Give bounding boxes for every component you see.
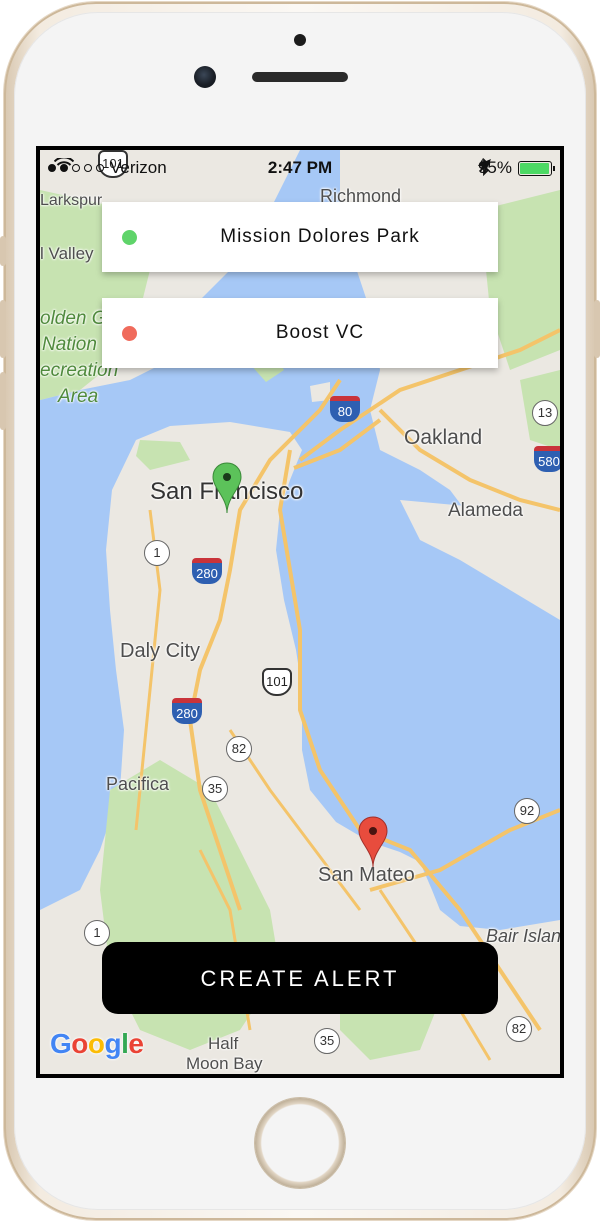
us-101-shield: 101 bbox=[262, 668, 292, 696]
battery-tip bbox=[553, 165, 555, 171]
map-label-larkspur: Larkspur bbox=[40, 192, 103, 209]
location-status-dot bbox=[122, 230, 137, 245]
create-alert-button[interactable]: CREATE ALERT bbox=[102, 942, 498, 1014]
location-name: Mission Dolores Park bbox=[220, 226, 420, 247]
interstate-80-shield: 80 bbox=[330, 396, 360, 422]
map-view[interactable]: Richmond Larkspur l Valley olden G Natio… bbox=[40, 150, 560, 1074]
map-label-half-moon-bay-1: Half bbox=[208, 1034, 239, 1053]
map-label-daly-city: Daly City bbox=[120, 640, 201, 662]
sr-1-shield-south: 1 bbox=[84, 920, 110, 946]
map-base bbox=[40, 150, 560, 1074]
map-label-pacifica: Pacifica bbox=[106, 774, 170, 794]
volume-up-button bbox=[0, 300, 6, 358]
location-name: Boost VC bbox=[275, 322, 365, 343]
interstate-280-shield: 280 bbox=[192, 558, 222, 584]
location-card-mission-dolores-park[interactable]: Mission Dolores Park bbox=[102, 202, 498, 272]
map-pin-mission-dolores-park[interactable] bbox=[212, 462, 242, 514]
sr-13-shield: 13 bbox=[532, 400, 558, 426]
map-label-park-line-4: Area bbox=[58, 386, 99, 407]
interstate-580-shield: 580 bbox=[534, 446, 560, 472]
map-label-park-line-1: olden G bbox=[40, 308, 107, 329]
map-label-oakland: Oakland bbox=[404, 426, 483, 449]
battery-fill bbox=[520, 162, 549, 174]
proximity-sensor bbox=[294, 34, 306, 46]
mute-switch bbox=[0, 236, 6, 266]
google-attribution-logo: Google bbox=[50, 1028, 144, 1059]
location-card-boost-vc[interactable]: Boost VC bbox=[102, 298, 498, 368]
battery-icon bbox=[518, 160, 555, 176]
map-label-mill-valley: l Valley bbox=[40, 244, 94, 263]
sr-92-shield: 92 bbox=[514, 798, 540, 824]
sr-35-shield: 35 bbox=[202, 776, 228, 802]
sr-1-shield: 1 bbox=[144, 540, 170, 566]
status-right: 95% bbox=[477, 158, 555, 178]
map-label-park-line-2: Nation bbox=[42, 334, 97, 355]
map-label-half-moon-bay-2: Moon Bay bbox=[186, 1054, 263, 1073]
interstate-280-shield-south: 280 bbox=[172, 698, 202, 724]
status-bar: Verizon 2:47 PM 95% bbox=[40, 150, 560, 186]
location-status-dot bbox=[122, 326, 137, 341]
sr-82-shield: 82 bbox=[226, 736, 252, 762]
screen: Richmond Larkspur l Valley olden G Natio… bbox=[36, 146, 564, 1078]
home-button[interactable] bbox=[255, 1098, 345, 1188]
map-label-bair-island: Bair Islan bbox=[486, 926, 560, 946]
volume-down-button bbox=[0, 372, 6, 430]
map-pin-boost-vc[interactable] bbox=[358, 816, 388, 868]
power-button bbox=[594, 300, 600, 358]
front-camera bbox=[194, 66, 216, 88]
earpiece-speaker bbox=[252, 72, 348, 82]
sr-35-shield-south: 35 bbox=[314, 1028, 340, 1054]
charging-icon bbox=[477, 158, 486, 172]
sr-82-shield-south: 82 bbox=[506, 1016, 532, 1042]
map-label-alameda: Alameda bbox=[448, 500, 523, 521]
